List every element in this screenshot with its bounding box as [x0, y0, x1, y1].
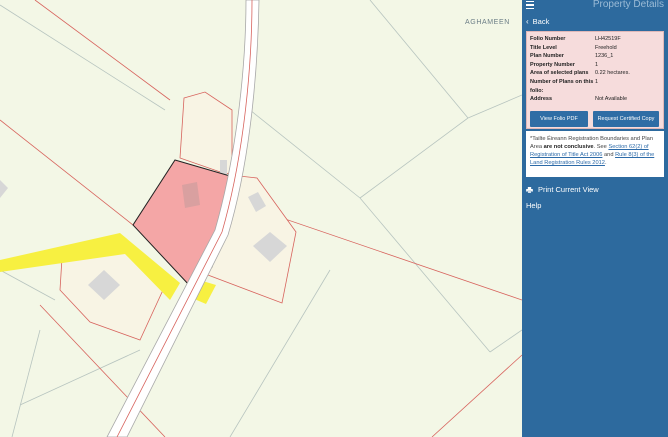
detail-key: Plan Number [530, 53, 564, 60]
detail-key: Number of Plans on this folio: [530, 78, 594, 94]
detail-value: 0.22 hectares. [595, 70, 630, 77]
map-canvas[interactable] [0, 0, 522, 437]
detail-row: Address Not Available [529, 95, 661, 104]
disclaimer-end: . [604, 160, 607, 166]
hamburger-menu-icon[interactable] [526, 1, 534, 10]
print-current-view-link[interactable]: Print Current View [526, 185, 599, 194]
detail-row: Plan Number 1236_1 [529, 52, 661, 61]
map-view[interactable]: AGHAMEEN [0, 0, 522, 437]
detail-key: Area of selected plans [530, 70, 589, 77]
detail-value: 1236_1 [595, 53, 614, 60]
disclaimer: *Tailte Éireann Registration Boundaries … [526, 131, 664, 177]
detail-row: Area of selected plans 0.22 hectares. [529, 69, 661, 78]
place-label: AGHAMEEN [465, 19, 510, 26]
panel-header: Property Details [522, 0, 668, 12]
detail-key: Address [530, 96, 553, 103]
details-table: Folio Number LH42519F Title Level Freehold… [529, 35, 661, 104]
request-certified-copy-button[interactable]: Request Certified Copy [593, 111, 659, 127]
back-label: Back [532, 17, 550, 26]
detail-value: 1 [595, 61, 599, 68]
printer-icon [526, 186, 533, 193]
detail-key: Title Level [530, 44, 557, 51]
disclaimer-bold: are not conclusive [543, 144, 594, 150]
detail-key: Property Number [530, 61, 575, 68]
details-box: Folio Number LH42519F Title Level Freehold… [526, 31, 664, 129]
detail-row: Folio Number LH42519F [529, 35, 661, 44]
detail-row: Property Number 1 [529, 61, 661, 70]
detail-value: 1 [595, 78, 599, 85]
property-details-panel: Property Details ‹ Back Folio Number LH425… [522, 0, 668, 437]
detail-value: Not Available [595, 96, 628, 103]
back-link[interactable]: ‹ Back [526, 17, 549, 26]
detail-key: Folio Number [530, 36, 566, 42]
print-label: Print Current View [538, 185, 599, 194]
detail-value: Freehold [595, 44, 617, 51]
detail-value: LH42519F [595, 36, 621, 42]
view-folio-pdf-button[interactable]: View Folio PDF [530, 111, 588, 127]
panel-title: Property Details [592, 0, 664, 10]
help-link[interactable]: Help [526, 201, 541, 210]
selected-plot-building [182, 182, 200, 208]
disclaimer-see: . See [593, 144, 609, 150]
disclaimer-and: and [602, 152, 616, 158]
chevron-left-icon: ‹ [526, 17, 529, 26]
detail-row: Title Level Freehold [529, 44, 661, 53]
detail-row: Number of Plans on this folio: 1 [529, 78, 661, 95]
